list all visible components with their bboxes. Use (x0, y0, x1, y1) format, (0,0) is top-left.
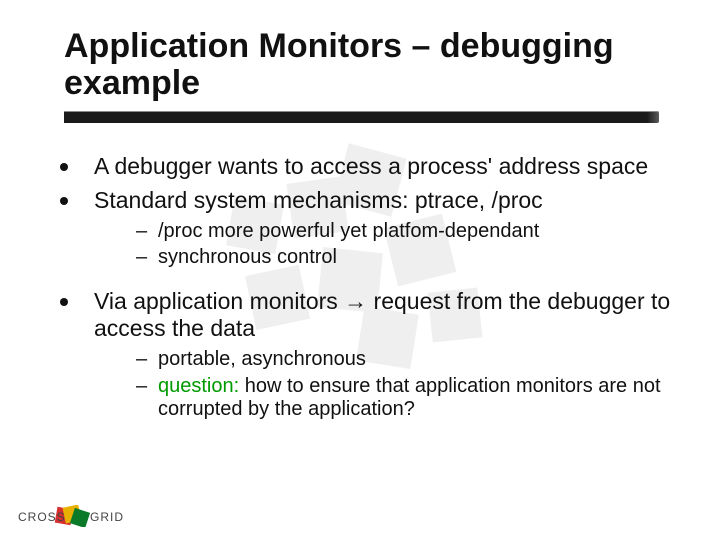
arrow-icon: → (344, 288, 367, 314)
title-block: Application Monitors – debugging example (0, 0, 720, 123)
slide: Application Monitors – debugging example… (0, 0, 720, 540)
bullet-1: A debugger wants to access a process' ad… (60, 153, 672, 180)
slide-body: A debugger wants to access a process' ad… (0, 123, 720, 421)
bullet-3-pre: Via application monitors (94, 288, 344, 314)
bullet-3-sublist: portable, asynchronous question: how to … (94, 348, 672, 422)
bullet-3-sub-2: question: how to ensure that application… (136, 375, 672, 422)
question-label: question: (158, 375, 239, 397)
title-underline (64, 111, 659, 123)
logo-text-right: GRID (90, 510, 124, 524)
crossgrid-logo: CROSS GRID (18, 505, 128, 532)
bullet-3-sub-1: portable, asynchronous (136, 348, 672, 372)
bullet-2: Standard system mechanisms: ptrace, /pro… (60, 187, 672, 270)
bullet-2-sub-2: synchronous control (136, 246, 672, 270)
bullet-2-sublist: /proc more powerful yet platfom-dependan… (94, 220, 672, 270)
bullet-2-text: Standard system mechanisms: ptrace, /pro… (94, 187, 543, 213)
logo-text-left: CROSS (18, 510, 66, 524)
bullet-list: A debugger wants to access a process' ad… (60, 153, 672, 421)
logo-icon: CROSS GRID (18, 505, 128, 527)
bullet-3: Via application monitors → request from … (60, 288, 672, 422)
bullet-2-sub-1: /proc more powerful yet platfom-dependan… (136, 220, 672, 244)
slide-title: Application Monitors – debugging example (64, 28, 680, 101)
